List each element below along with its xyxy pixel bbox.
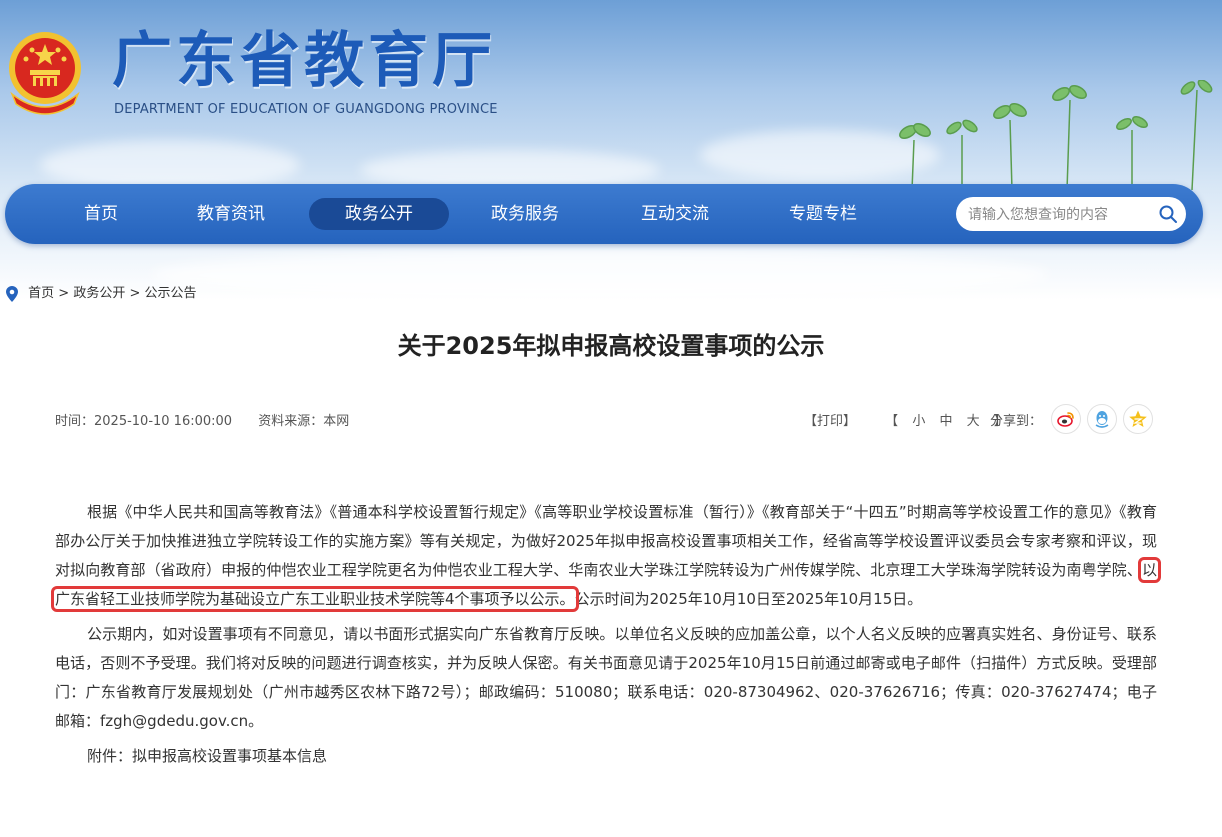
article-content: 根据《中华人民共和国高等教育法》《普通本科学校设置暂行规定》《高等职业学校设置标… <box>51 498 1161 777</box>
font-size-medium-button[interactable]: 中 <box>939 414 952 429</box>
font-size-bracket-open: 【 <box>885 414 899 429</box>
qzone-icon[interactable] <box>1123 404 1153 434</box>
site-header: 广东省教育厅 DEPARTMENT OF EDUCATION OF GUANGD… <box>0 0 1222 300</box>
national-emblem-icon <box>9 32 81 115</box>
nav-item-home[interactable]: 首页 <box>61 198 141 230</box>
attachment-line: 附件：拟申报高校设置事项基本信息 <box>87 747 328 765</box>
nav-item-education-news[interactable]: 教育资讯 <box>181 198 281 230</box>
paragraph-1-tail: 公示时间为2025年10月10日至2025年10月15日。 <box>574 590 923 608</box>
share-label: 分享到： <box>990 414 1043 429</box>
font-size-large-button[interactable]: 大 <box>967 414 980 429</box>
breadcrumb-home-link[interactable]: 首页 <box>28 286 54 301</box>
article-title: 关于2025年拟申报高校设置事项的公示 <box>397 332 825 360</box>
article-meta: 时间：2025-10-10 16:00:00 资料来源：本网 <box>55 410 371 429</box>
breadcrumb-government-link[interactable]: 政务公开 <box>73 286 125 301</box>
nav-item-interaction[interactable]: 互动交流 <box>625 198 725 230</box>
nav-item-special-topics[interactable]: 专题专栏 <box>773 198 873 230</box>
nav-item-government-services[interactable]: 政务服务 <box>475 198 575 230</box>
publish-time: 时间：2025-10-10 16:00:00 <box>55 414 233 429</box>
site-title: 广东省教育厅 <box>112 26 496 96</box>
breadcrumb: 首页 > 政务公开 > 公示公告 <box>6 282 197 302</box>
qq-icon[interactable] <box>1087 404 1117 434</box>
search-input[interactable] <box>966 197 1155 233</box>
decorative-plants-icon <box>899 80 1213 190</box>
search-icon[interactable] <box>1158 204 1178 224</box>
breadcrumb-separator: > <box>129 286 141 301</box>
breadcrumb-notice-link[interactable]: 公示公告 <box>145 286 197 301</box>
article-tools: 【打印】 【 小 中 大 】 <box>804 410 1012 429</box>
breadcrumb-separator: > <box>58 286 70 301</box>
print-button[interactable]: 【打印】 <box>804 414 856 429</box>
search-box <box>956 197 1186 233</box>
location-pin-icon <box>6 285 18 302</box>
nav-item-government-affairs[interactable]: 政务公开 <box>309 198 449 230</box>
weibo-icon[interactable] <box>1051 404 1081 434</box>
content-paragraph-1: 根据《中华人民共和国高等教育法》《普通本科学校设置暂行规定》《高等职业学校设置标… <box>51 498 1161 614</box>
site-subtitle: DEPARTMENT OF EDUCATION OF GUANGDONG PRO… <box>114 102 498 117</box>
content-paragraph-2: 公示期内，如对设置事项有不同意见，请以书面形式据实向广东省教育厅反映。以单位名义… <box>55 625 1157 730</box>
paragraph-1-text: 根据《中华人民共和国高等教育法》《普通本科学校设置暂行规定》《高等职业学校设置标… <box>55 503 1157 579</box>
font-size-small-button[interactable]: 小 <box>912 414 925 429</box>
article-source: 资料来源：本网 <box>258 414 350 429</box>
